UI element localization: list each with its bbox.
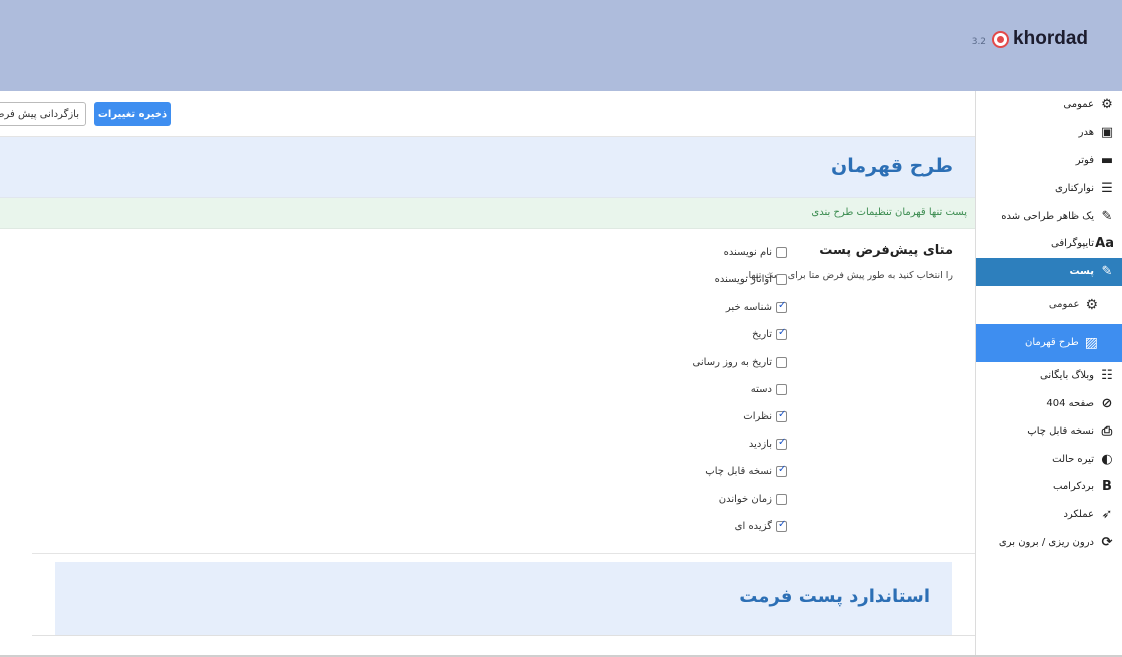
meta-option[interactable]: نام نویسنده (724, 247, 787, 258)
save-button[interactable]: ذخیره تغییرات (94, 102, 171, 126)
sidebar-item-brush[interactable]: ✎ یک ظاهر طراحی شده (976, 202, 1122, 230)
dark-mode-icon: ◐ (1101, 451, 1113, 467)
sidebar-item-image[interactable]: ▨ طرح قهرمان (976, 323, 1122, 362)
checkbox-label: تاریخ (752, 329, 772, 341)
meta-option[interactable]: دسته (751, 384, 787, 395)
settings-sidebar: ⚙ عمومی ▣ هدر ▬ فوتر ☰ نوارکناری ✎ یک ظاهر طراحی … (975, 91, 1122, 657)
toolbar: ذخیره تغییرات بازگردانی پیش فرض (0, 91, 975, 137)
sidebar-item-label: فوتر (1075, 154, 1094, 166)
checkbox[interactable] (776, 327, 787, 341)
sidebar-item-label: تیره حالت (1052, 453, 1094, 465)
brand[interactable]: 3.2 khordad (972, 28, 1088, 50)
sidebar-item-print[interactable]: ⎙ نسخه قابل چاپ (976, 417, 1122, 445)
post-meta-setting: متای پیش‌فرض پست را انتخاب کنید به طور پ… (32, 229, 975, 554)
sidebar-item-rocket[interactable]: ➶ عملکرد (976, 501, 1122, 529)
checkbox[interactable] (776, 247, 787, 258)
meta-option[interactable]: نسخه قابل چاپ (705, 464, 787, 478)
sidebar-item-label: بردکرامب (1053, 481, 1094, 493)
checkbox-label: آواتار نویسنده (714, 274, 772, 286)
sidebar-item-label: یک ظاهر طراحی شده (1001, 210, 1094, 222)
top-header: 3.2 khordad (0, 0, 1122, 91)
sidebar-item-label: صفحه 404 (1046, 397, 1094, 409)
sidebar-item-label: تایپوگرافی (1051, 238, 1094, 250)
checkbox-label: نام نویسنده (723, 247, 772, 258)
meta-option[interactable]: بازدید (748, 437, 787, 450)
sidebar-item-header[interactable]: ▣ هدر (976, 119, 1122, 147)
checkbox[interactable] (776, 274, 787, 286)
checkbox-label: زمان خواندن (718, 493, 772, 505)
sidebar-item-label: وبلاگ بایگانی (1039, 370, 1094, 382)
sidebar-item-label: درون ریزی / برون بری (998, 536, 1094, 548)
bold-icon: B (1102, 479, 1112, 495)
meta-option[interactable]: آواتار نویسنده (714, 274, 787, 286)
checkbox[interactable] (776, 300, 787, 313)
sidebar-item-pencil[interactable]: ✎ پست (976, 257, 1122, 286)
sidebar-item-footer[interactable]: ▬ فوتر (976, 147, 1122, 175)
sidebar-item-label: نوارکناری (1054, 182, 1094, 194)
logo-icon (992, 30, 1010, 48)
sidebar-item-label: عمومی (1063, 99, 1094, 111)
meta-option[interactable]: گزیده ای (734, 519, 787, 532)
setting-title: متای پیش‌فرض پست (819, 243, 953, 258)
sidebar-item-label: هدر (1078, 127, 1094, 139)
print-icon: ⎙ (1101, 423, 1113, 439)
image-icon: ▨ (1084, 334, 1098, 351)
checkbox-label: نسخه قابل چاپ (705, 466, 772, 478)
checkbox-label: گزیده ای (734, 521, 772, 532)
sidebar-item-label: عملکرد (1063, 509, 1094, 521)
meta-option[interactable]: نظرات (743, 409, 787, 423)
checkbox-label: بازدید (748, 438, 772, 450)
divider (32, 635, 975, 636)
brush-icon: ✎ (1101, 208, 1113, 224)
checkbox[interactable] (776, 356, 787, 368)
sidebar-item-label: عمومی (1048, 299, 1080, 311)
sidebar-item-gear[interactable]: ⚙ عمومی (976, 286, 1122, 324)
sidebar-item-sidebar-lines[interactable]: ☰ نوارکناری (976, 174, 1122, 202)
meta-option[interactable]: شناسه خبر (725, 300, 787, 313)
section-title: طرح قهرمان (831, 155, 953, 177)
meta-option[interactable]: زمان خواندن (718, 493, 787, 505)
version-label: 3.2 (971, 37, 987, 47)
checkbox[interactable] (776, 409, 787, 423)
brand-name: khordad (1013, 28, 1088, 49)
sidebar-item-typography[interactable]: Aa تایپوگرافی (976, 230, 1122, 258)
section-notice: پست تنها قهرمان تنظیمات طرح بندی (0, 198, 975, 229)
header-icon: ▣ (1100, 125, 1114, 141)
sidebar-item-ban[interactable]: ⊘ صفحه 404 (976, 390, 1122, 418)
pencil-icon: ✎ (1101, 264, 1113, 280)
sidebar-item-label: نسخه قابل چاپ (1027, 425, 1094, 437)
ban-icon: ⊘ (1101, 395, 1113, 411)
section-header: طرح قهرمان (0, 137, 975, 198)
checkbox-label: شناسه خبر (725, 301, 772, 313)
meta-option[interactable]: تاریخ به روز رسانی (692, 356, 787, 368)
reset-defaults-button[interactable]: بازگردانی پیش فرض (0, 102, 86, 126)
list-icon: ☷ (1101, 368, 1113, 384)
footer-icon: ▬ (1100, 152, 1114, 168)
sidebar-item-gear[interactable]: ⚙ عمومی (976, 91, 1122, 119)
refresh-icon: ⟳ (1101, 534, 1113, 550)
main-content: ذخیره تغییرات بازگردانی پیش فرض طرح قهرم… (0, 91, 975, 657)
checkbox[interactable] (776, 384, 787, 395)
gear-icon: ⚙ (1085, 296, 1098, 313)
checkbox[interactable] (776, 493, 787, 505)
section-header-2: استاندارد پست فرمت (55, 562, 952, 635)
section-title-2: استاندارد پست فرمت (739, 586, 930, 607)
gear-icon: ⚙ (1101, 97, 1113, 113)
checkbox[interactable] (776, 519, 787, 532)
typography-icon: Aa (1095, 236, 1114, 252)
sidebar-item-bold[interactable]: B بردکرامب (976, 473, 1122, 501)
sidebar-lines-icon: ☰ (1101, 180, 1113, 196)
checkbox-label: نظرات (743, 411, 772, 423)
sidebar-item-dark-mode[interactable]: ◐ تیره حالت (976, 445, 1122, 473)
sidebar-item-list[interactable]: ☷ وبلاگ بایگانی (976, 362, 1122, 390)
checkbox-label: دسته (750, 384, 772, 395)
checkbox[interactable] (776, 437, 787, 450)
checkbox[interactable] (776, 464, 787, 478)
meta-option[interactable]: تاریخ (752, 327, 787, 341)
sidebar-item-label: طرح قهرمان (1025, 337, 1079, 349)
checkbox-label: تاریخ به روز رسانی (692, 356, 772, 368)
sidebar-item-refresh[interactable]: ⟳ درون ریزی / برون بری (976, 529, 1122, 557)
rocket-icon: ➶ (1101, 507, 1113, 523)
sidebar-item-label: پست (1069, 266, 1094, 278)
